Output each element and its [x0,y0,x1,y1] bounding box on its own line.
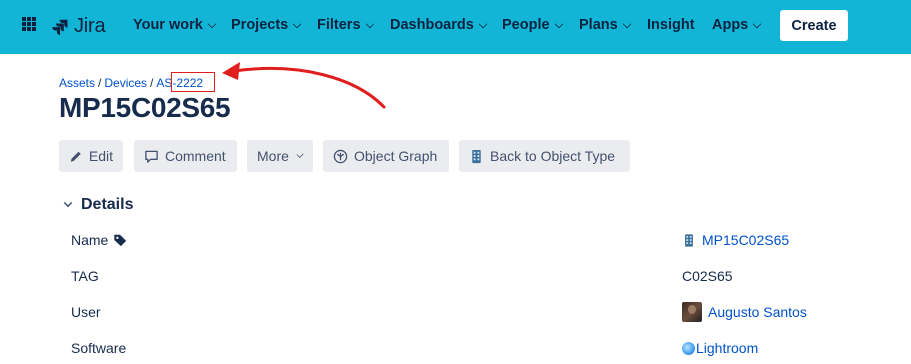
chevron-down-icon [753,19,762,29]
comment-button-label: Comment [165,148,226,164]
nav-filters[interactable]: Filters [317,17,374,33]
details-section-toggle[interactable]: Details [63,196,134,214]
attribute-label-tag: TAG [71,268,99,284]
details-section-title: Details [81,196,134,213]
nav-apps-label: Apps [712,17,749,33]
object-graph-button-label: Object Graph [354,148,438,164]
avatar [682,302,702,322]
pencil-icon [70,151,81,162]
breadcrumb-assets[interactable]: Assets [59,76,95,90]
object-type-icon [685,233,693,247]
chevron-down-icon [292,19,302,29]
attribute-value-text: Augusto Santos [708,304,807,320]
nav-dashboards[interactable]: Dashboards [390,17,488,33]
nav-your-work-label: Your work [133,17,203,33]
breadcrumb-devices[interactable]: Devices [104,76,147,90]
page-title: MP15C02S65 [59,92,231,123]
attribute-label-text: User [71,304,101,320]
more-button-label: More [257,148,289,164]
top-navigation-bar: Jira Your work Projects Filters Dashboar… [0,0,911,54]
app-switcher-icon[interactable] [22,17,36,31]
lightroom-icon [682,341,695,355]
nav-insight-label: Insight [647,17,695,33]
edit-button-label: Edit [88,148,113,164]
nav-dashboards-label: Dashboards [390,17,474,33]
nav-insight[interactable]: Insight [647,17,695,33]
nav-plans[interactable]: Plans [579,17,631,33]
nav-people-label: People [502,17,550,33]
chevron-down-icon [296,151,304,158]
object-type-icon [472,149,481,163]
object-graph-icon [333,149,348,163]
more-button[interactable]: More [247,140,313,172]
attribute-value-name[interactable]: MP15C02S65 [682,232,789,248]
jira-logo[interactable]: Jira [51,15,106,38]
attribute-label-text: Software [71,340,127,356]
attribute-value-user[interactable]: Augusto Santos [682,302,807,322]
attribute-label-text: Name [71,232,109,248]
breadcrumb-separator: / [98,76,102,90]
chevron-down-icon [554,19,563,29]
nav-projects-label: Projects [231,17,289,33]
nav-your-work[interactable]: Your work [133,17,217,33]
attribute-label-name: Name [71,232,127,248]
edit-button[interactable]: Edit [59,140,123,172]
attribute-value-text: MP15C02S65 [702,232,790,248]
nav-projects[interactable]: Projects [231,17,302,33]
attribute-label-text: TAG [71,268,99,284]
chevron-down-icon [365,19,374,29]
annotation-highlight-box [171,72,215,92]
attribute-value-text: C02S65 [682,268,733,284]
attribute-label-software: Software [71,340,126,356]
chevron-down-icon [622,19,631,29]
attribute-label-user: User [71,304,101,320]
attribute-value-tag: C02S65 [682,268,733,284]
app-name: Jira [74,15,106,37]
object-graph-button[interactable]: Object Graph [323,140,449,172]
back-to-object-type-label: Back to Object Type [490,148,616,164]
attribute-value-software[interactable]: Lightroom [682,340,758,356]
tag-icon [114,234,127,247]
nav-filters-label: Filters [317,17,361,33]
chevron-down-icon [207,19,217,29]
create-button[interactable]: Create [780,10,848,41]
nav-plans-label: Plans [579,17,618,33]
chevron-down-icon [478,19,488,29]
attribute-value-text: Lightroom [696,340,759,356]
nav-apps[interactable]: Apps [712,17,762,33]
back-to-object-type-button[interactable]: Back to Object Type [459,140,630,172]
chevron-down-icon [63,198,73,208]
breadcrumb-separator: / [150,76,154,90]
comment-icon [145,150,158,163]
comment-button[interactable]: Comment [134,140,237,172]
jira-logo-icon [52,19,68,35]
nav-people[interactable]: People [502,17,563,33]
